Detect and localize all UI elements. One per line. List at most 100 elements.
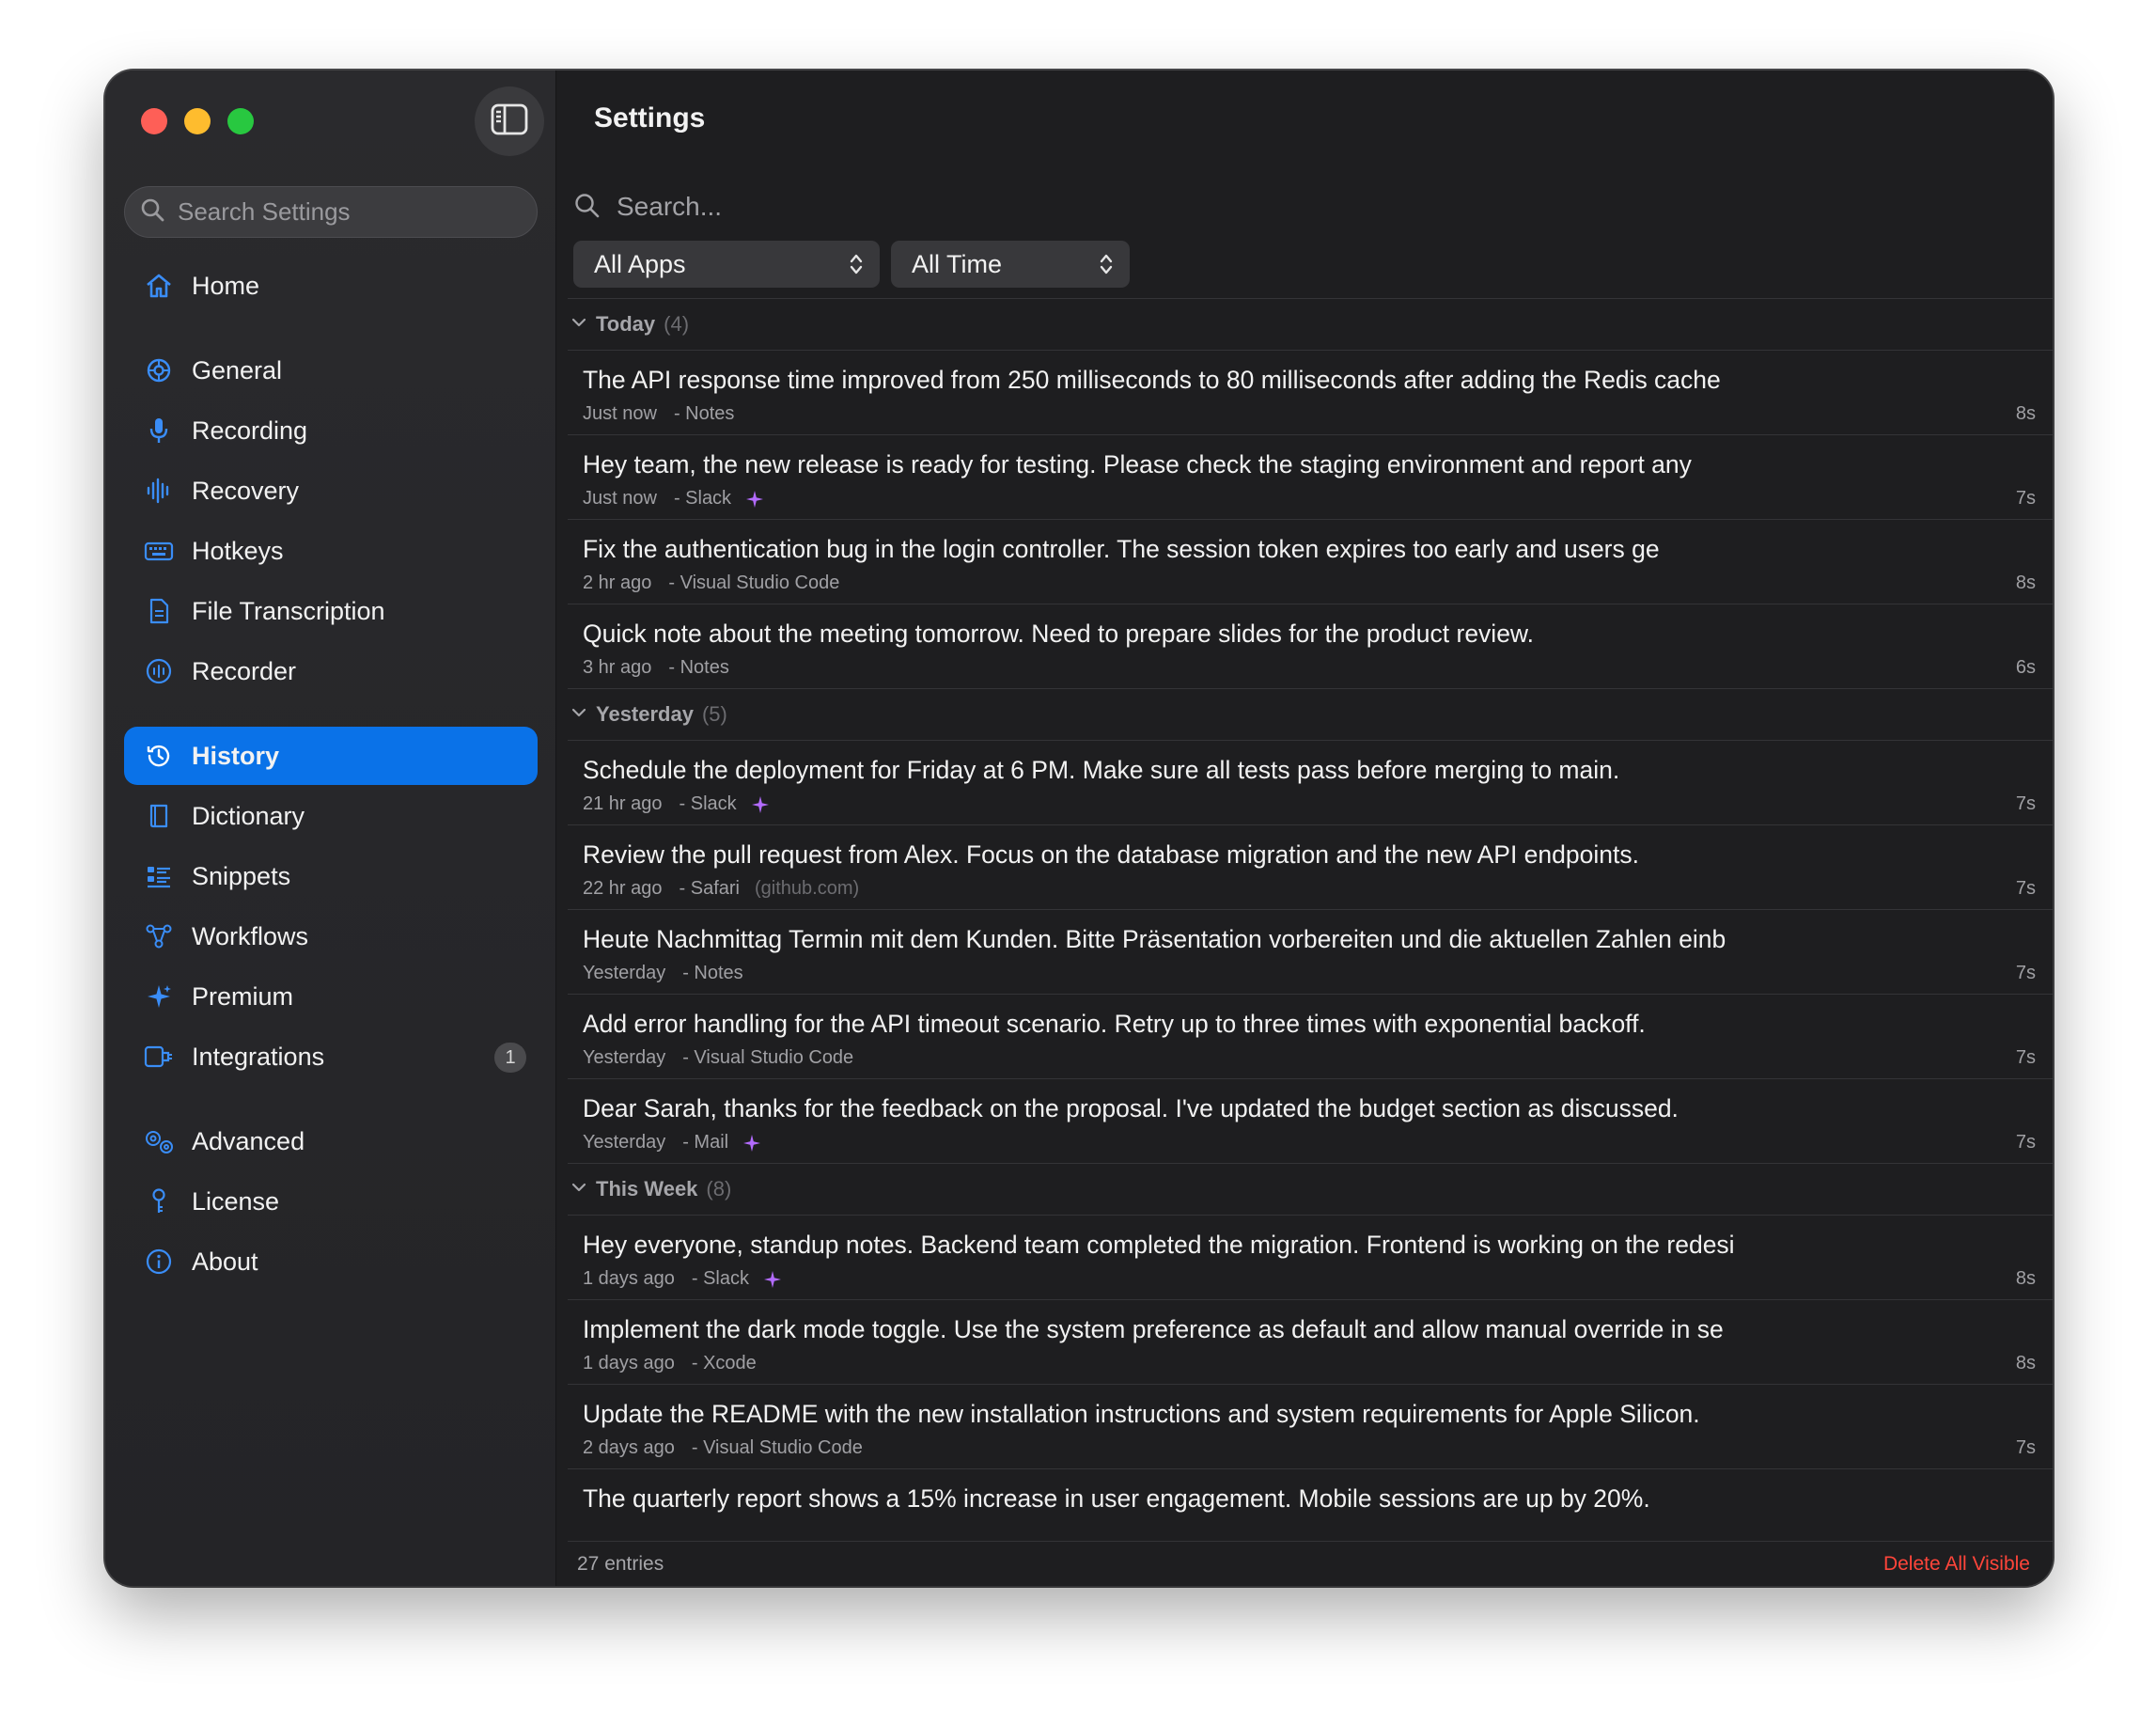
history-entry[interactable]: Heute Nachmittag Termin mit dem Kunden. … [568,910,2053,995]
group-header[interactable]: Today (4) [568,299,2053,351]
sidebar-item-label: Dictionary [192,801,305,830]
entry-duration: 9s [2016,1522,2036,1524]
page-title: Settings [594,102,706,133]
sidebar-item-label: File Transcription [192,596,385,625]
settings-search-input[interactable] [176,196,518,228]
sidebar-item-premium[interactable]: Premium [124,967,538,1026]
sidebar-item-label: Recording [192,416,308,445]
chevron-down-icon [570,313,588,337]
entry-meta: 3 hr ago - Notes [583,657,729,679]
entry-time: 1 days ago [583,1353,675,1373]
close-window-button[interactable] [141,108,167,134]
search-icon [573,192,600,223]
entry-meta: 2 days ago - Pages [583,1522,790,1524]
sidebar-item-label: Home [192,271,260,300]
zoom-window-button[interactable] [227,108,254,134]
entry-app: - Visual Studio Code [682,1047,854,1068]
entry-meta: 22 hr ago - Safari (github.com) [583,878,859,900]
sidebar-item-label: Hotkeys [192,536,284,565]
sparkle-icon [742,1133,762,1153]
history-entry[interactable]: Dear Sarah, thanks for the feedback on t… [568,1079,2053,1164]
sidebar-item-about[interactable]: About [124,1232,538,1291]
history-entry[interactable]: Implement the dark mode toggle. Use the … [568,1300,2053,1385]
entry-duration: 8s [2015,403,2036,424]
microphone-icon [143,415,175,447]
sparkle-icon [770,1523,790,1525]
toggle-sidebar-button[interactable] [475,86,544,156]
entry-meta: Yesterday - Mail [583,1132,762,1153]
app-filter-value: All Apps [594,249,686,278]
sidebar-item-snippets[interactable]: Snippets [124,847,538,905]
history-entry[interactable]: Hey everyone, standup notes. Backend tea… [568,1216,2053,1300]
sidebar-item-license[interactable]: License [124,1172,538,1231]
sidebar-item-label: License [192,1186,280,1216]
entry-app: - Slack [673,488,732,509]
sidebar-item-recorder[interactable]: Recorder [124,642,538,700]
history-footer: 27 entries Delete All Visible [568,1541,2053,1586]
text-list-icon [143,860,175,892]
entry-time: Yesterday [583,963,666,983]
sidebar-item-general[interactable]: General [124,341,538,400]
group-header[interactable]: Yesterday (5) [568,689,2053,741]
history-list[interactable]: Today (4) The API response time improved f… [568,299,2053,1524]
entry-app: - Xcode [691,1353,757,1373]
sparkle-icon [744,489,765,510]
integrations-count-badge: 1 [494,1043,526,1073]
info-icon [143,1246,175,1278]
sidebar-item-hotkeys[interactable]: Hotkeys [124,522,538,580]
history-entry[interactable]: Update the README with the new installat… [568,1385,2053,1469]
entry-text: The API response time improved from 250 … [583,366,1721,394]
sidebar-item-recovery[interactable]: Recovery [124,462,538,520]
gear-icon [143,354,175,386]
plug-icon [143,1041,175,1073]
history-entry[interactable]: Schedule the deployment for Friday at 6 … [568,741,2053,825]
sidebar-item-file-transcription[interactable]: File Transcription [124,582,538,640]
sidebar-item-label: Advanced [192,1126,305,1155]
sidebar-item-home[interactable]: Home [124,257,538,315]
sidebar-item-dictionary[interactable]: Dictionary [124,787,538,845]
chevron-up-down-icon [848,251,865,284]
entry-time: Just now [583,403,657,424]
history-entry[interactable]: The API response time improved from 250 … [568,351,2053,435]
entry-time: Just now [583,488,657,509]
group-header[interactable]: This Week (8) [568,1164,2053,1216]
history-entry[interactable]: Review the pull request from Alex. Focus… [568,825,2053,910]
history-search-input[interactable] [615,191,1370,223]
sidebar-item-workflows[interactable]: Workflows [124,907,538,965]
history-entry[interactable]: Hey team, the new release is ready for t… [568,435,2053,520]
entry-app: - Notes [668,657,729,678]
delete-all-visible-button[interactable]: Delete All Visible [1883,1553,2030,1576]
entry-duration: 7s [2015,1437,2036,1458]
record-waveform-icon [143,655,175,687]
sparkle-icon [762,1269,783,1290]
sidebar-item-recording[interactable]: Recording [124,401,538,460]
chevron-down-icon [570,1178,588,1201]
chevron-down-icon [570,703,588,727]
history-entry[interactable]: Quick note about the meeting tomorrow. N… [568,604,2053,689]
entry-app: - Safari [679,878,740,899]
sidebar-search[interactable] [124,186,538,238]
sidebar-item-advanced[interactable]: Advanced [124,1112,538,1170]
history-entry[interactable]: Add error handling for the API timeout s… [568,995,2053,1079]
time-filter-select[interactable]: All Time [891,241,1130,288]
history-search[interactable] [573,183,1419,230]
entry-app: - Visual Studio Code [668,573,840,593]
entry-duration: 6s [2015,657,2036,678]
entry-duration: 7s [2015,878,2036,899]
entry-duration: 7s [2015,793,2036,814]
sidebar-item-integrations[interactable]: Integrations 1 [124,1028,538,1086]
settings-window: Home General Recording Recovery Hotkeys … [105,71,2053,1586]
entry-time: 1 days ago [583,1268,675,1289]
sidebar-item-history[interactable]: History [124,727,538,785]
minimize-window-button[interactable] [184,108,211,134]
group-title: Today [596,312,656,336]
sidebar-item-label: General [192,355,283,384]
entry-text: Quick note about the meeting tomorrow. N… [583,620,1534,648]
app-filter-select[interactable]: All Apps [573,241,880,288]
sidebar-item-label: Recorder [192,656,297,685]
history-entry[interactable]: Fix the authentication bug in the login … [568,520,2053,604]
entry-text: Add error handling for the API timeout s… [583,1010,1646,1038]
entry-text: Hey team, the new release is ready for t… [583,450,1692,479]
search-icon [125,197,164,227]
history-entry[interactable]: The quarterly report shows a 15% increas… [568,1469,2053,1524]
